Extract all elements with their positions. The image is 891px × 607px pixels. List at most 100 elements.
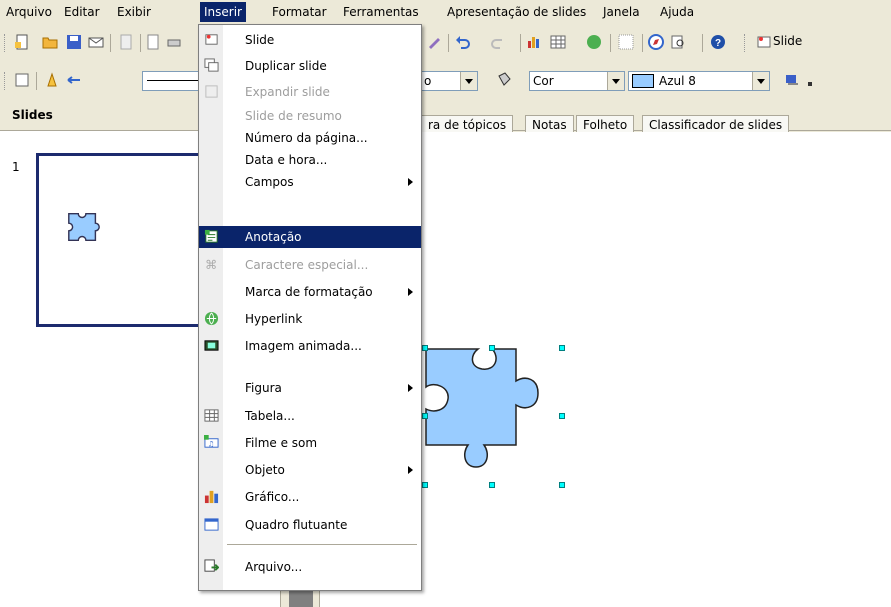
file-icon — [204, 559, 219, 572]
menu-item-expand-slide[interactable]: Expandir slide — [199, 81, 421, 103]
selection-handle[interactable] — [422, 482, 428, 488]
help-icon[interactable]: ? — [710, 34, 726, 50]
menu-editar[interactable]: Editar — [64, 5, 100, 19]
email-icon[interactable] — [88, 34, 104, 50]
slides-panel-title: Slides — [12, 108, 53, 122]
svg-text:♫: ♫ — [208, 439, 215, 448]
color-swatch — [632, 74, 654, 88]
area-style-select[interactable]: o — [420, 71, 478, 91]
toolbar-grip[interactable] — [4, 72, 8, 90]
draw-functions-icon[interactable] — [426, 34, 442, 50]
pdf-icon[interactable] — [145, 34, 161, 50]
toolbar-separator — [110, 34, 111, 52]
menu-formatar[interactable]: Formatar — [272, 5, 327, 19]
selection-handle[interactable] — [489, 345, 495, 351]
styles-icon[interactable] — [14, 72, 30, 88]
hyperlink-icon[interactable] — [586, 34, 602, 50]
submenu-arrow-icon — [408, 288, 413, 296]
chart-icon[interactable] — [526, 34, 542, 50]
selection-handle[interactable] — [422, 413, 428, 419]
new-document-icon[interactable] — [14, 34, 30, 50]
menu-separator — [227, 544, 417, 545]
chevron-down-icon[interactable] — [460, 72, 477, 90]
toolbar-grip[interactable] — [4, 34, 8, 52]
menu-item-picture[interactable]: Figura — [199, 377, 421, 399]
special-character-icon: ⌘ — [205, 258, 217, 272]
area-style-value: o — [424, 74, 432, 88]
slide-toolbar-label[interactable]: Slide — [773, 34, 802, 48]
zoom-icon[interactable] — [670, 34, 686, 50]
menu-item-table[interactable]: Tabela... — [199, 405, 421, 427]
expand-slide-icon — [205, 85, 218, 98]
menu-ferramentas[interactable]: Ferramentas — [343, 5, 419, 19]
menu-item-summary-slide[interactable]: Slide de resumo — [199, 105, 421, 127]
menu-item-fields[interactable]: Campos — [199, 171, 421, 193]
open-folder-icon[interactable] — [42, 34, 58, 50]
submenu-arrow-icon — [408, 178, 413, 186]
animated-image-icon — [204, 340, 219, 351]
selection-handle[interactable] — [559, 345, 565, 351]
new-slide-icon — [205, 34, 218, 45]
area-color-value: Azul 8 — [659, 74, 696, 88]
edit-file-icon[interactable] — [118, 34, 134, 50]
menu-bar: Arquivo Editar Exibir Inserir Formatar F… — [0, 0, 891, 26]
toolbar-separator — [702, 34, 703, 52]
area-fill-type-select[interactable]: Cor — [529, 71, 625, 91]
menu-item-object[interactable]: Objeto — [199, 459, 421, 481]
menu-item-special-character[interactable]: ⌘ Caractere especial... — [199, 254, 421, 276]
arrow-style-icon[interactable] — [66, 72, 82, 88]
menu-item-page-number[interactable]: Número da página... — [199, 127, 421, 149]
table-icon[interactable] — [550, 34, 566, 50]
svg-text:?: ? — [715, 38, 721, 49]
toolbar-separator — [36, 72, 37, 90]
shadow-icon[interactable] — [784, 72, 800, 88]
menu-item-duplicate-slide[interactable]: Duplicar slide — [199, 55, 421, 77]
menu-item-date-time[interactable]: Data e hora... — [199, 149, 421, 171]
redo-icon[interactable] — [490, 34, 506, 50]
chevron-down-icon[interactable] — [752, 72, 769, 90]
toolbar-separator — [140, 34, 141, 52]
menu-item-chart[interactable]: Gráfico... — [199, 486, 421, 508]
save-icon[interactable] — [66, 34, 82, 50]
grid-icon[interactable] — [618, 34, 634, 50]
menu-item-file[interactable]: Arquivo... — [199, 556, 421, 578]
menu-item-slide[interactable]: Slide — [199, 29, 421, 51]
menu-ajuda[interactable]: Ajuda — [660, 5, 694, 19]
menu-apresentacao[interactable]: Apresentação de slides — [447, 5, 586, 19]
toolbar-grip[interactable] — [744, 34, 748, 52]
selection-handle[interactable] — [559, 482, 565, 488]
menu-item-movie-sound[interactable]: ♫ Filme e som — [199, 432, 421, 454]
menu-exibir[interactable]: Exibir — [117, 5, 151, 19]
navigator-icon[interactable] — [648, 34, 664, 50]
line-style-select[interactable] — [142, 71, 202, 91]
area-fill-icon[interactable] — [496, 72, 512, 88]
menu-item-annotation[interactable]: Anotação — [199, 226, 421, 248]
print-icon[interactable] — [166, 34, 182, 50]
area-fill-type-value: Cor — [533, 74, 554, 88]
line-icon[interactable] — [44, 72, 60, 88]
line-style-preview — [147, 80, 199, 81]
toolbar-separator — [448, 34, 449, 52]
chevron-down-icon[interactable] — [607, 72, 624, 90]
toolbar-separator — [610, 34, 611, 52]
menu-item-hyperlink[interactable]: Hyperlink — [199, 308, 421, 330]
selection-handle[interactable] — [489, 482, 495, 488]
menu-item-floating-frame[interactable]: Quadro flutuante — [199, 514, 421, 536]
movie-sound-icon: ♫ — [204, 435, 219, 448]
undo-icon[interactable] — [455, 34, 471, 50]
insert-menu-dropdown: Slide Duplicar slide Expandir slide Slid… — [198, 24, 422, 591]
menu-arquivo[interactable]: Arquivo — [6, 5, 52, 19]
selection-handle[interactable] — [559, 413, 565, 419]
menu-item-formatting-mark[interactable]: Marca de formatação — [199, 281, 421, 303]
scrollbar-thumb[interactable] — [289, 590, 313, 607]
menu-inserir[interactable]: Inserir — [200, 2, 246, 22]
toolbar-overflow-icon[interactable] — [808, 82, 812, 86]
floating-frame-icon — [204, 518, 219, 531]
menu-janela[interactable]: Janela — [603, 5, 640, 19]
puzzle-shape[interactable] — [418, 345, 568, 490]
area-color-select[interactable]: Azul 8 — [628, 71, 770, 91]
selection-handle[interactable] — [422, 345, 428, 351]
menu-item-animated-image[interactable]: Imagem animada... — [199, 335, 421, 357]
svg-text:⌘: ⌘ — [205, 258, 217, 272]
slide-icon[interactable] — [756, 34, 772, 50]
